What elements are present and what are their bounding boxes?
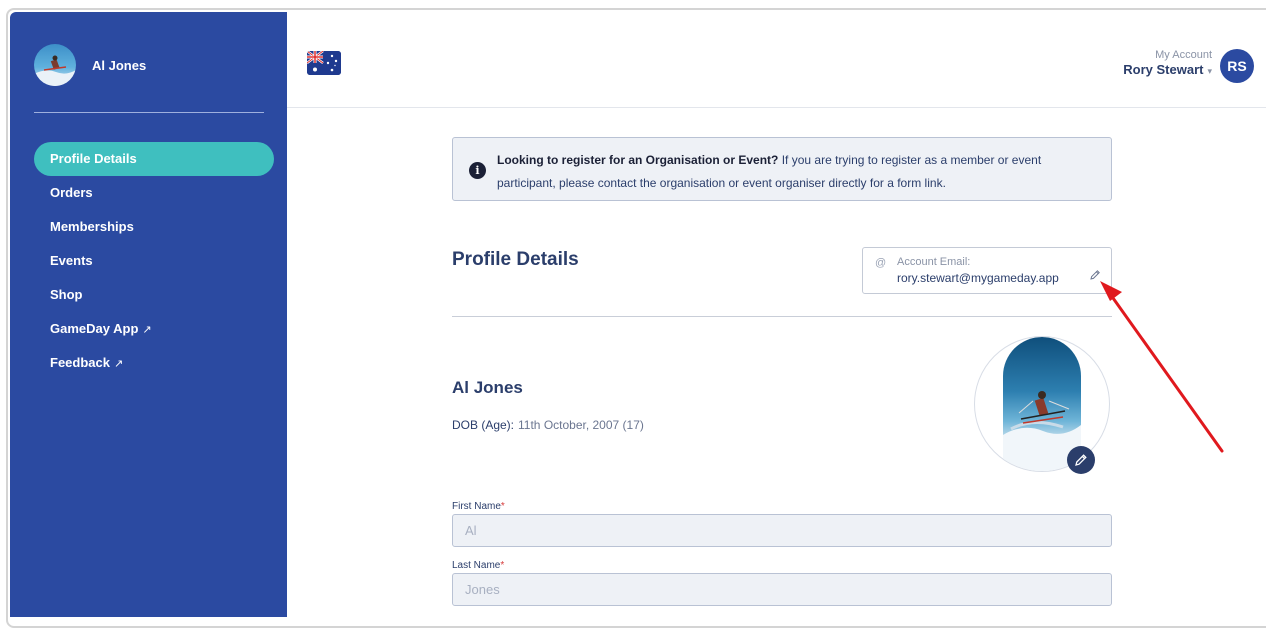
last-name-field[interactable]: Jones [452,573,1112,606]
sidebar-item-feedback[interactable]: Feedback ↗ [34,346,274,380]
sidebar-item-shop[interactable]: Shop [34,278,274,312]
edit-photo-button[interactable] [1067,446,1095,474]
sidebar-item-label: Feedback [50,355,110,370]
section-divider [452,316,1112,317]
profile-avatar [34,44,76,86]
sidebar-item-memberships[interactable]: Memberships [34,210,274,244]
account-name: Rory Stewart ▾ [1123,62,1212,77]
profile-name: Al Jones [452,378,523,397]
notice-bold-text: Looking to register for an Organisation … [497,153,779,167]
account-menu[interactable]: My Account Rory Stewart ▾ [1123,49,1212,77]
chevron-down-icon: ▾ [1207,66,1212,76]
page-title: Profile Details [452,249,579,270]
pencil-icon [1075,454,1087,466]
sidebar-item-label: GameDay App [50,321,139,336]
at-icon: @ [875,257,887,269]
sidebar-item-label: Shop [50,287,83,302]
top-bar: My Account Rory Stewart ▾ RS [287,12,1266,108]
sidebar-item-label: Memberships [50,219,134,234]
external-link-icon: ↗ [113,358,124,370]
account-label: My Account [1155,49,1212,61]
sidebar-item-events[interactable]: Events [34,244,274,278]
sidebar-profile-name: Al Jones [92,57,147,73]
first-name-field[interactable]: Al [452,514,1112,547]
australia-flag-icon[interactable] [307,51,341,75]
sidebar-item-label: Events [50,253,93,268]
account-email-label: Account Email: [897,256,971,268]
sidebar-item-orders[interactable]: Orders [34,176,274,210]
external-link-icon: ↗ [142,324,152,336]
dob-row: DOB (Age): 11th October, 2007 (17) [452,418,644,432]
edit-email-pencil-icon[interactable] [1089,268,1101,286]
sidebar-profile[interactable]: Al Jones [34,44,146,86]
account-avatar[interactable]: RS [1220,49,1254,83]
sidebar-item-label: Orders [50,185,93,200]
register-notice: i Looking to register for an Organisatio… [452,137,1112,201]
account-email-card: @ Account Email: rory.stewart@mygameday.… [862,247,1112,294]
sidebar: Al Jones Profile Details Orders Membersh… [10,12,287,617]
info-icon: i [469,162,486,179]
sidebar-nav: Profile Details Orders Memberships Event… [34,142,274,380]
sidebar-item-label: Profile Details [50,151,137,166]
sidebar-item-gameday-app[interactable]: GameDay App ↗ [34,312,274,346]
sidebar-item-profile-details[interactable]: Profile Details [34,142,274,176]
dob-label: DOB (Age): [452,418,515,432]
first-name-label: First Name* [452,501,505,512]
account-email-value: rory.stewart@mygameday.app [897,271,1059,285]
last-name-label: Last Name* [452,560,505,571]
dob-value: 11th October, 2007 (17) [518,418,644,432]
sidebar-divider [34,112,264,113]
